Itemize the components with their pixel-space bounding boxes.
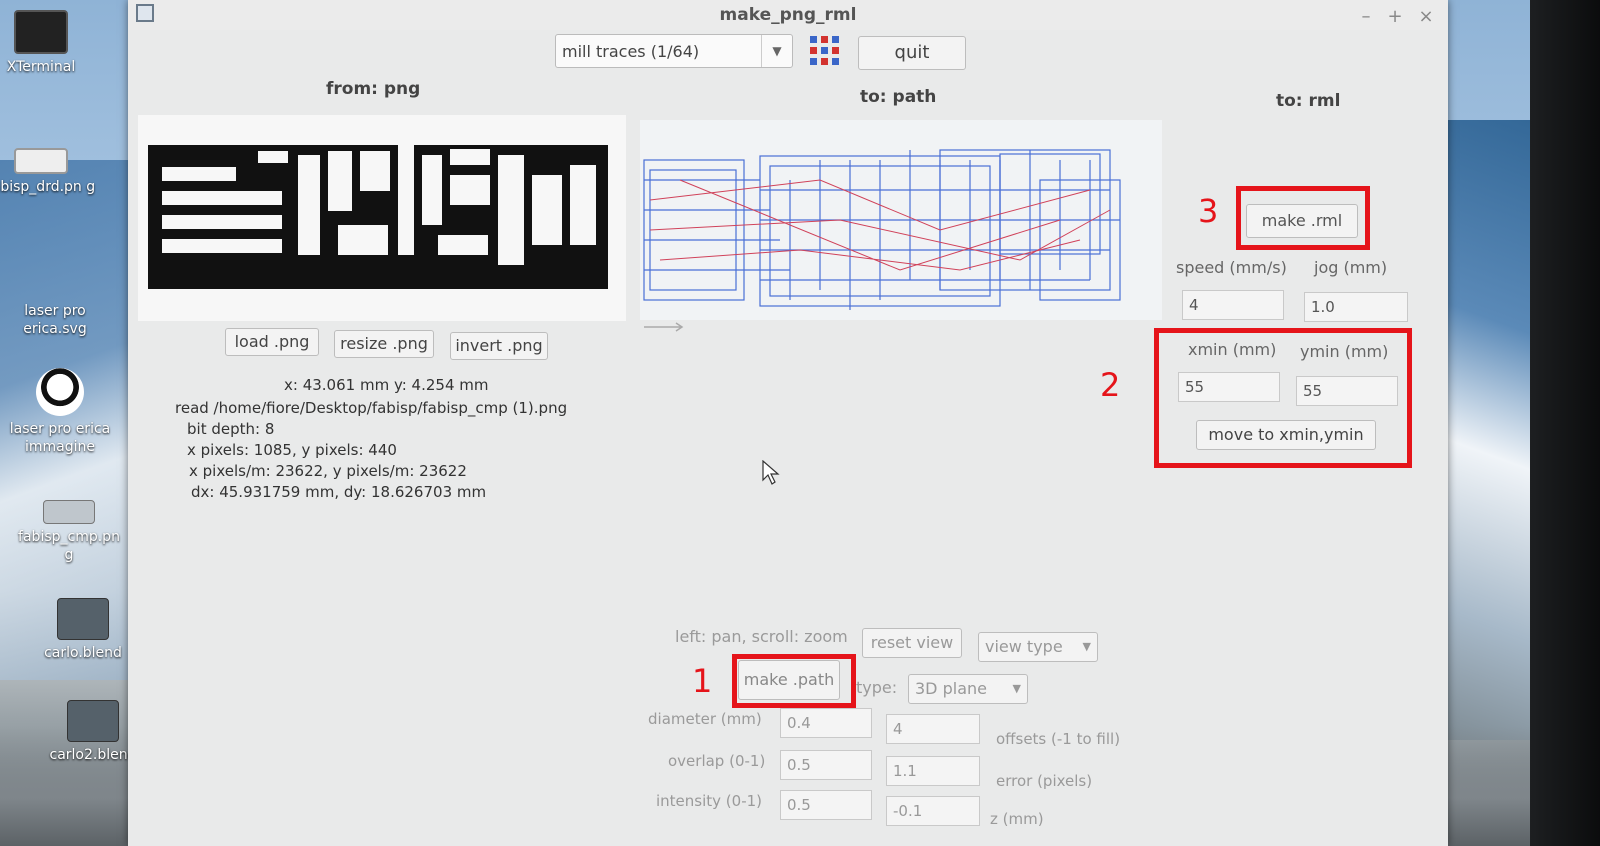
error-input[interactable] xyxy=(886,756,980,786)
path-type-value: 3D plane xyxy=(915,679,987,698)
title-bar[interactable]: make_png_rml – + × xyxy=(128,0,1448,30)
path-preview[interactable] xyxy=(640,120,1162,329)
panda-image-icon xyxy=(36,368,84,416)
png-column-heading: from: png xyxy=(326,79,421,99)
offsets-label: offsets (-1 to fill) xyxy=(996,730,1121,748)
annotation-box-2 xyxy=(1154,328,1412,468)
error-label: error (pixels) xyxy=(996,772,1093,790)
png-info-density: x pixels/m: 23622, y pixels/m: 23622 xyxy=(189,462,467,480)
png-preview[interactable] xyxy=(138,115,626,321)
desktop-icon-xterminal[interactable]: XTerminal xyxy=(0,10,96,76)
annotation-number-2: 2 xyxy=(1100,366,1121,404)
annotation-number-1: 1 xyxy=(692,662,713,700)
jog-label: jog (mm) xyxy=(1314,258,1388,277)
desktop-icon-carlo-blend[interactable]: carlo.blend xyxy=(28,598,138,662)
desktop-icon-label: laser pro erica immagine xyxy=(9,421,111,455)
diameter-label: diameter (mm) xyxy=(648,710,762,728)
desktop-icon-label: fabisp_cmp.pn g xyxy=(18,529,120,563)
blend-file-icon xyxy=(57,598,109,640)
overlap-input[interactable] xyxy=(780,750,872,780)
overlap-label: overlap (0-1) xyxy=(668,752,766,770)
desktop-icon-label: laser pro erica.svg xyxy=(23,303,87,337)
quit-button[interactable]: quit xyxy=(858,36,966,70)
annotation-box-1 xyxy=(732,654,856,708)
png-info-bitdepth: bit depth: 8 xyxy=(187,420,275,438)
image-file-icon xyxy=(14,148,68,174)
window-title: make_png_rml xyxy=(719,5,857,25)
maximize-icon[interactable]: + xyxy=(1385,6,1405,27)
pcb-trace-image xyxy=(138,115,608,321)
terminal-icon xyxy=(14,10,68,54)
toolpath-plot xyxy=(643,149,1121,329)
desktop-icon-label: carlo2.blend xyxy=(49,747,137,763)
view-type-select[interactable]: view type ▼ xyxy=(978,632,1098,662)
intensity-label: intensity (0-1) xyxy=(656,792,763,810)
desktop-icon-label: fabisp_drd.pn g xyxy=(0,179,96,195)
apps-grid-icon[interactable] xyxy=(810,36,840,66)
png-info-pixels: x pixels: 1085, y pixels: 440 xyxy=(187,441,397,459)
resize-png-button[interactable]: resize .png xyxy=(334,330,434,358)
desktop-icon-laser-pro-erica-immagine[interactable]: laser pro erica immagine xyxy=(5,368,115,456)
speed-label: speed (mm/s) xyxy=(1176,258,1287,277)
path-type-select[interactable]: 3D plane ▼ xyxy=(908,674,1028,704)
annotation-box-3 xyxy=(1236,186,1370,250)
load-png-button[interactable]: load .png xyxy=(225,328,319,356)
view-hint: left: pan, scroll: zoom xyxy=(675,627,848,646)
desktop-icon-laser-pro-erica-svg[interactable]: laser pro erica.svg xyxy=(0,302,110,338)
z-label: z (mm) xyxy=(990,810,1044,828)
view-type-value: view type xyxy=(985,637,1063,656)
monitor-bezel xyxy=(1530,0,1600,846)
png-info-path: read /home/fiore/Desktop/fabisp/fabisp_c… xyxy=(175,399,568,417)
desktop-icon-label: carlo.blend xyxy=(44,645,122,661)
png-info-block: read /home/fiore/Desktop/fabisp/fabisp_c… xyxy=(175,398,567,503)
annotation-number-3: 3 xyxy=(1198,192,1219,230)
invert-png-button[interactable]: invert .png xyxy=(450,332,548,360)
cursor-coordinates: x: 43.061 mm y: 4.254 mm xyxy=(284,376,489,394)
desktop-icon-fabisp-drd[interactable]: fabisp_drd.pn g xyxy=(0,148,96,196)
chevron-down-icon: ▼ xyxy=(761,35,792,67)
desktop-icon-label: XTerminal xyxy=(6,59,76,75)
minimize-icon[interactable]: – xyxy=(1356,6,1376,27)
speed-input[interactable] xyxy=(1182,290,1284,320)
diameter-input[interactable] xyxy=(780,708,872,738)
image-file-icon xyxy=(43,500,95,524)
mode-select-value: mill traces (1/64) xyxy=(562,42,700,61)
reset-view-button[interactable]: reset view xyxy=(862,628,962,658)
chevron-down-icon: ▼ xyxy=(1082,640,1091,653)
jog-input[interactable] xyxy=(1304,292,1408,322)
type-label: type: xyxy=(856,678,898,697)
path-column-heading: to: path xyxy=(860,87,937,107)
axis-arrow-icon xyxy=(644,322,684,332)
offsets-input[interactable] xyxy=(886,714,980,744)
intensity-input[interactable] xyxy=(780,790,872,820)
rml-column-heading: to: rml xyxy=(1276,91,1341,111)
z-input[interactable] xyxy=(886,796,980,826)
png-info-dimensions: dx: 45.931759 mm, dy: 18.626703 mm xyxy=(191,483,487,501)
chevron-down-icon: ▼ xyxy=(1012,682,1021,695)
blend-file-icon xyxy=(67,700,119,742)
desktop-icon-fabisp-cmp[interactable]: fabisp_cmp.pn g xyxy=(14,500,124,564)
close-icon[interactable]: × xyxy=(1416,6,1436,27)
mode-select[interactable]: mill traces (1/64) ▼ xyxy=(555,34,793,68)
mouse-pointer-icon xyxy=(762,460,780,485)
